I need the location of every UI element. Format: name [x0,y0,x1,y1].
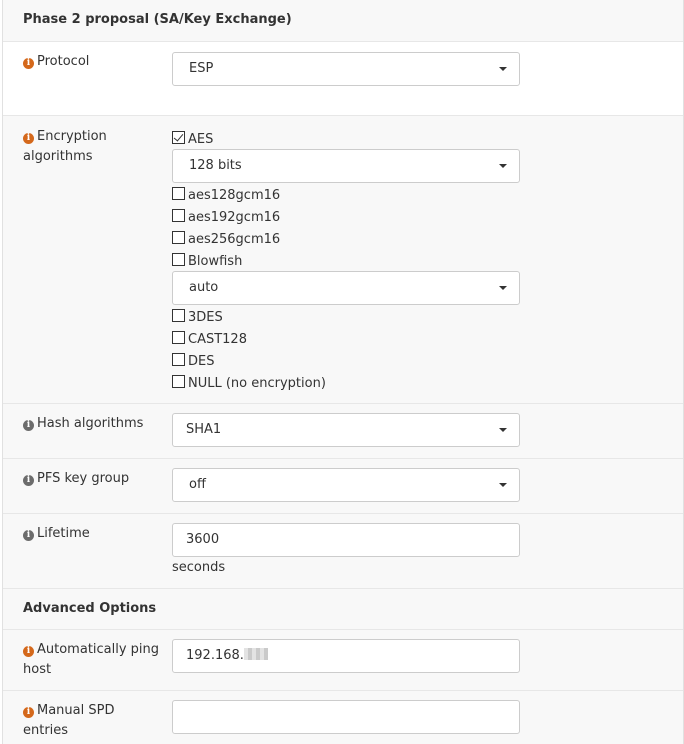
hash-label-wrap: i Hash algorithms [23,414,163,434]
spd-row: i Manual SPD entries [3,690,683,744]
checkbox-icon[interactable] [172,187,185,200]
checkbox-checked-icon[interactable] [172,131,185,144]
blowfish-value: auto [189,280,219,295]
aes-bits-select[interactable]: 128 bits [172,149,520,183]
protocol-select[interactable]: ESP [172,52,520,86]
ping-label-wrap: i Automatically ping host [23,640,163,680]
null-label: NULL (no encryption) [188,376,326,391]
des-checkbox[interactable]: DES [172,353,214,369]
chevron-down-icon [499,428,507,432]
lifetime-label-wrap: i Lifetime [23,524,163,544]
checkbox-icon[interactable] [172,309,185,322]
aes192gcm16-label: aes192gcm16 [188,210,281,225]
pfs-label-wrap: i PFS key group [23,469,163,489]
aes256gcm16-label: aes256gcm16 [188,232,281,247]
hash-value: SHA1 [186,422,222,437]
protocol-value: ESP [189,61,214,76]
checkbox-icon[interactable] [172,331,185,344]
pfs-row: i PFS key group off [3,458,683,513]
section-title: Phase 2 proposal (SA/Key Exchange) [23,12,292,27]
ping-host-value: 192.168. [186,648,244,663]
lifetime-unit: seconds [172,560,226,575]
null-checkbox[interactable]: NULL (no encryption) [172,375,326,391]
pfs-select[interactable]: off [172,468,520,502]
info-icon[interactable]: i [23,475,34,486]
blowfish-label: Blowfish [188,254,243,269]
hash-select[interactable]: SHA1 [172,413,520,447]
spd-label-wrap: i Manual SPD entries [23,701,163,741]
cast128-label: CAST128 [188,332,247,347]
info-icon[interactable]: i [23,530,34,541]
checkbox-icon[interactable] [172,353,185,366]
aes128gcm16-label: aes128gcm16 [188,188,281,203]
advanced-header: Advanced Options [3,588,683,629]
ping-row: i Automatically ping host 192.168. [3,629,683,690]
blowfish-select[interactable]: auto [172,271,520,305]
checkbox-icon[interactable] [172,375,185,388]
aes-bits-value: 128 bits [189,158,242,173]
chevron-down-icon [499,67,507,71]
info-icon[interactable]: i [23,646,34,657]
info-icon[interactable]: i [23,58,34,69]
hash-row: i Hash algorithms SHA1 [3,403,683,458]
protocol-label-wrap: i Protocol [23,52,163,72]
lifetime-row: i Lifetime 3600 seconds [3,513,683,588]
phase2-header: Phase 2 proposal (SA/Key Exchange) [3,0,683,41]
encryption-label-wrap: i Encryption algorithms [23,127,163,167]
info-icon[interactable]: i [23,133,34,144]
pfs-value: off [189,477,206,492]
aes-checkbox[interactable]: AES [172,131,213,147]
protocol-label: Protocol [37,54,90,69]
spd-input[interactable] [172,700,520,734]
ping-host-input[interactable]: 192.168. [172,639,520,673]
checkbox-icon[interactable] [172,253,185,266]
redacted-block [243,648,268,660]
encryption-label-line2: algorithms [23,149,93,164]
ping-label-line1: Automatically ping [37,642,160,657]
blowfish-checkbox[interactable]: Blowfish [172,253,242,269]
encryption-row: i Encryption algorithms AES 128 bits aes1… [3,115,683,403]
chevron-down-icon [499,286,507,290]
encryption-label-line1: Encryption [37,129,107,144]
spd-label: Manual SPD entries [23,703,115,738]
cast128-checkbox[interactable]: CAST128 [172,331,247,347]
advanced-title: Advanced Options [23,601,157,616]
lifetime-label: Lifetime [37,526,90,541]
phase2-panel: Phase 2 proposal (SA/Key Exchange) i Prot… [2,0,684,744]
3des-label: 3DES [188,310,223,325]
aes256gcm16-checkbox[interactable]: aes256gcm16 [172,231,280,247]
aes192gcm16-checkbox[interactable]: aes192gcm16 [172,209,280,225]
aes128gcm16-checkbox[interactable]: aes128gcm16 [172,187,280,203]
hash-label: Hash algorithms [37,416,144,431]
lifetime-value: 3600 [186,532,220,547]
chevron-down-icon [499,483,507,487]
lifetime-input[interactable]: 3600 [172,523,520,557]
checkbox-icon[interactable] [172,231,185,244]
protocol-row: i Protocol ESP [3,41,683,115]
checkbox-icon[interactable] [172,209,185,222]
chevron-down-icon [499,164,507,168]
info-icon[interactable]: i [23,707,34,718]
aes-label: AES [188,132,214,147]
ping-label-line2: host [23,662,52,677]
info-icon[interactable]: i [23,420,34,431]
3des-checkbox[interactable]: 3DES [172,309,223,325]
des-label: DES [188,354,215,369]
pfs-label: PFS key group [37,471,130,486]
